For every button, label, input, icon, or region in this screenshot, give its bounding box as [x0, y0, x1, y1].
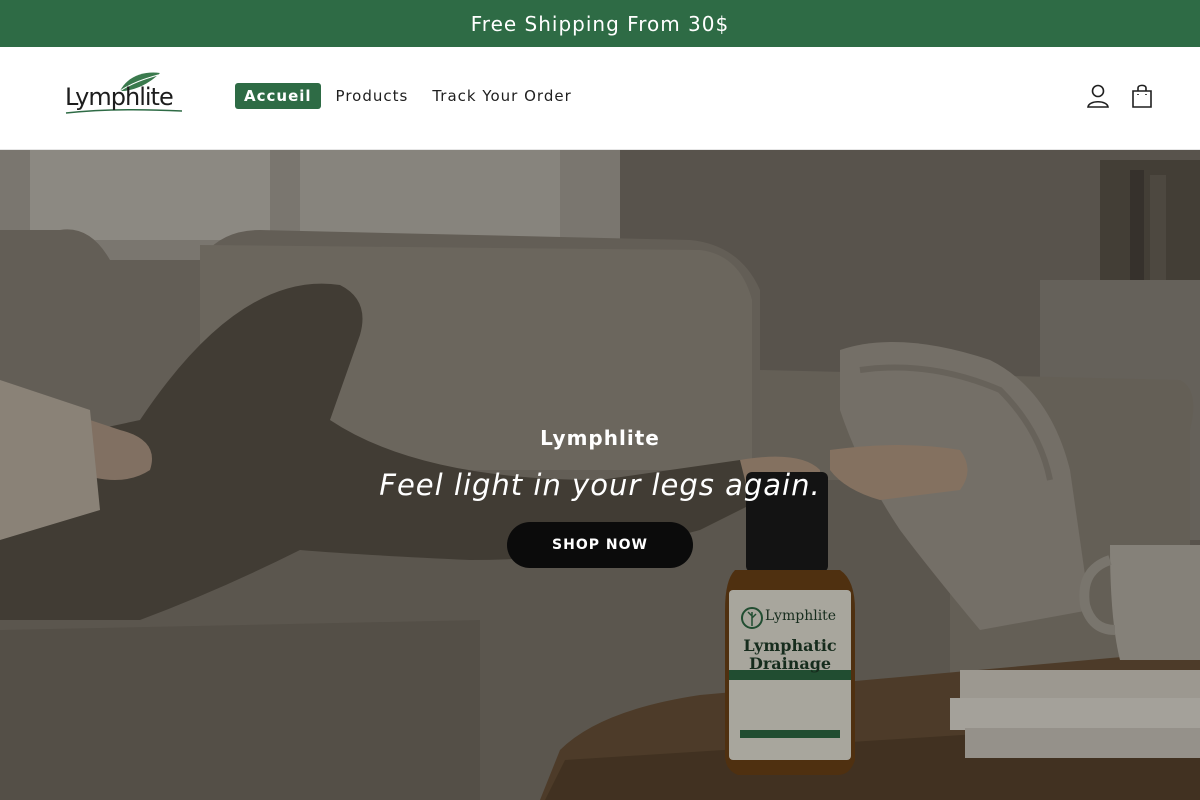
- account-icon[interactable]: [1086, 83, 1110, 109]
- logo[interactable]: Lymphlite: [62, 69, 186, 117]
- hero-brand: Lymphlite: [540, 426, 660, 450]
- announcement-bar: Free Shipping From 30$: [0, 0, 1200, 47]
- site-header: Lymphlite Accueil Products Track Your Or…: [0, 47, 1200, 150]
- nav-item-products[interactable]: Products: [327, 83, 418, 109]
- shop-now-button[interactable]: SHOP NOW: [507, 522, 693, 568]
- nav-item-accueil[interactable]: Accueil: [235, 83, 321, 109]
- announcement-text: Free Shipping From 30$: [470, 11, 730, 36]
- hero-banner: Lymphlite Lymphatic Drainage Lymphlite F…: [0, 150, 1200, 800]
- cart-icon[interactable]: [1130, 83, 1154, 109]
- logo-text: Lymphlite: [65, 83, 174, 111]
- main-nav: Accueil Products Track Your Order: [235, 83, 587, 109]
- nav-item-track-order[interactable]: Track Your Order: [423, 83, 580, 109]
- header-icons: [1086, 83, 1154, 109]
- hero-tagline: Feel light in your legs again.: [379, 468, 821, 502]
- hero-content: Lymphlite Feel light in your legs again.…: [0, 426, 1200, 568]
